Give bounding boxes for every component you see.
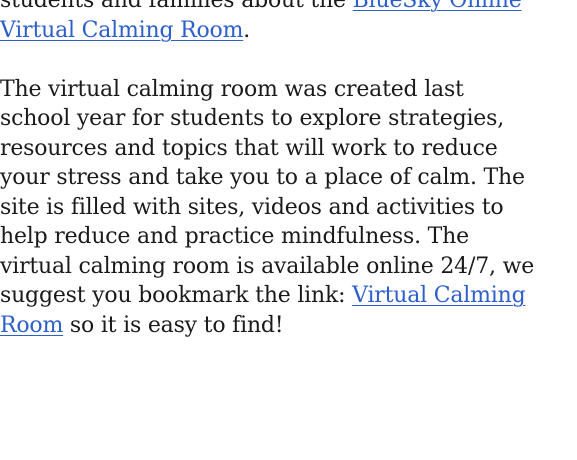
text-line: students and families about the BlueSky …	[0, 0, 577, 16]
text-segment: resources and topics that will work to r…	[0, 135, 498, 161]
text-line: suggest you bookmark the link: Virtual C…	[0, 281, 577, 311]
virtual-calming-room-link[interactable]: Room	[0, 313, 63, 338]
virtual-calming-room-link[interactable]: Virtual Calming Room	[0, 18, 243, 43]
paragraph: students and families about the BlueSky …	[0, 0, 577, 45]
text-line: school year for students to explore stra…	[0, 104, 577, 134]
text-line: Room so it is easy to find!	[0, 311, 577, 341]
text-segment: site is filled with sites, videos and ac…	[0, 194, 504, 220]
text-line: your stress and take you to a place of c…	[0, 163, 577, 193]
virtual-calming-room-link[interactable]: Virtual Calming	[352, 283, 526, 308]
article-body: students and families about the BlueSky …	[0, 0, 577, 340]
text-line: help reduce and practice mindfulness. Th…	[0, 222, 577, 252]
text-segment: virtual calming room is available online…	[0, 253, 535, 279]
text-line: Virtual Calming Room.	[0, 16, 577, 46]
text-segment: so it is easy to find!	[63, 312, 284, 338]
paragraph: The virtual calming room was created las…	[0, 75, 577, 341]
text-segment: The virtual calming room was created las…	[0, 76, 464, 102]
text-segment: school year for students to explore stra…	[0, 106, 505, 131]
text-segment: .	[243, 17, 251, 43]
text-line: virtual calming room is available online…	[0, 252, 577, 282]
virtual-calming-room-link[interactable]: BlueSky Online	[353, 0, 522, 13]
text-segment: your stress and take you to a place of c…	[0, 165, 525, 190]
text-segment: suggest you bookmark the link:	[0, 283, 353, 308]
text-line: resources and topics that will work to r…	[0, 134, 577, 164]
text-line: The virtual calming room was created las…	[0, 75, 577, 105]
text-line: site is filled with sites, videos and ac…	[0, 193, 577, 223]
text-segment: help reduce and practice mindfulness. Th…	[0, 224, 469, 249]
text-segment: students and families about the	[0, 0, 353, 13]
